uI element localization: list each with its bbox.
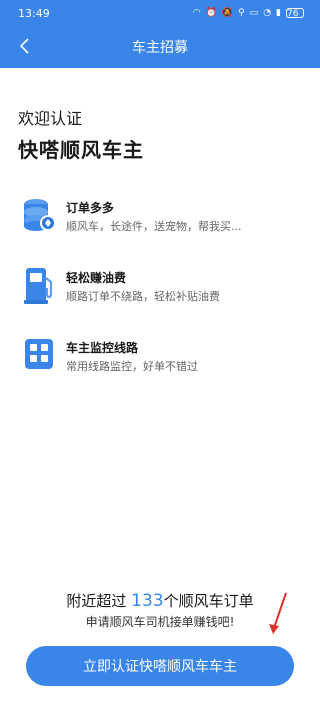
feature-title: 轻松赚油费	[66, 271, 127, 285]
wifi-icon: ◔	[263, 8, 272, 18]
feature-desc: 顺风车，长途件，送宠物，帮我买...	[66, 220, 242, 233]
chevron-left-icon	[19, 38, 29, 54]
feature-item-orders: 订单多多 顺风车，长途件，送宠物，帮我买...	[18, 196, 308, 240]
count-suffix: 个顺风车订单	[163, 592, 254, 610]
status-time: 13:49	[18, 6, 50, 20]
status-bar: 13:49 ◠ ⏰ 🔕 ⚲ ▭ ◔ ▮ 76	[0, 0, 320, 26]
status-icons: ◠ ⏰ 🔕 ⚲ ▭ ◔ ▮ 76	[192, 8, 304, 19]
red-arrow-icon	[269, 592, 287, 634]
back-button[interactable]	[12, 34, 36, 58]
feature-desc: 顺路订单不绕路，轻松补贴油费	[66, 290, 220, 303]
mute-icon: 🔕	[221, 8, 234, 18]
feature-title: 车主监控线路	[66, 341, 139, 355]
grid-building-icon	[25, 339, 53, 369]
feature-item-fuel: 轻松赚油费 顺路订单不绕路，轻松补贴油费	[18, 266, 308, 310]
feature-desc: 常用线路监控，好单不错过	[66, 360, 198, 373]
feature-item-route: 车主监控线路 常用线路监控，好单不错过	[18, 336, 308, 380]
title-bar: 车主招募	[0, 26, 320, 68]
location-icon: ⚲	[238, 8, 245, 18]
count-prefix: 附近超过	[66, 592, 132, 610]
header-bar: 13:49 ◠ ⏰ 🔕 ⚲ ▭ ◔ ▮ 76 车主招募	[0, 0, 320, 68]
certify-driver-button[interactable]: 立即认证快嗒顺风车车主	[26, 646, 294, 686]
signal-icon: ▮	[276, 8, 281, 18]
page-title: 车主招募	[132, 40, 188, 56]
alarm-icon: ⏰	[205, 8, 217, 18]
welcome-text: 欢迎认证	[18, 109, 83, 128]
brand-title: 快嗒顺风车主	[18, 138, 144, 162]
headset-icon: ◠	[192, 8, 201, 18]
battery-icon: 76	[286, 8, 304, 19]
coins-stack-icon	[24, 199, 56, 231]
feature-title: 订单多多	[66, 201, 115, 215]
fuel-pump-icon	[24, 268, 53, 304]
order-count: 133	[131, 591, 164, 611]
hd-icon: ▭	[249, 8, 259, 18]
